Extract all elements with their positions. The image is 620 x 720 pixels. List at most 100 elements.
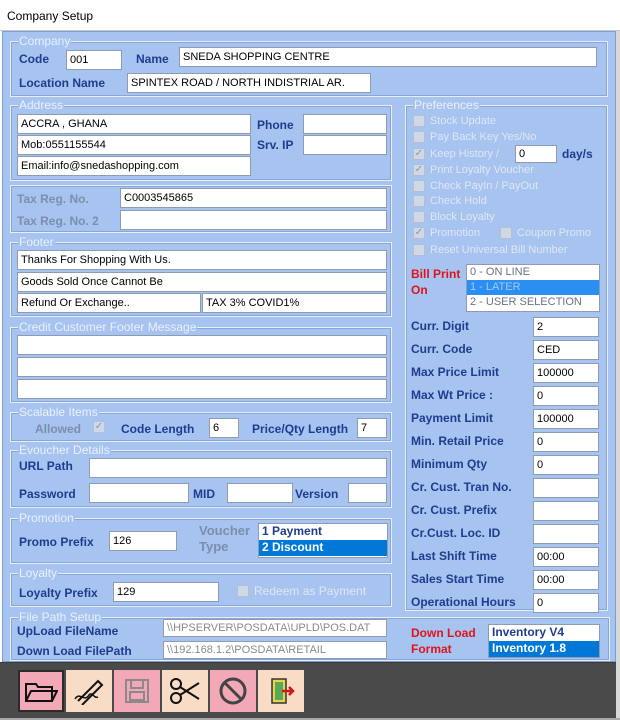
tax-reg2-label: Tax Reg. No. 2: [17, 214, 99, 228]
pref-field-label: Payment Limit: [411, 411, 494, 425]
code-label: Code: [19, 52, 49, 66]
keep-history-label: Keep History /: [430, 148, 500, 160]
url-path-input[interactable]: [89, 458, 387, 478]
min-retail-price-input[interactable]: 0: [533, 432, 599, 452]
minimum-qty-input[interactable]: 0: [533, 455, 599, 475]
download-filepath-input[interactable]: \\192.168.1.2\POSDATA\RETAIL: [163, 641, 387, 659]
loyalty-legend: Loyalty: [18, 566, 59, 580]
days-label: day/s: [562, 147, 593, 161]
keep-history-days-input[interactable]: 0: [515, 145, 557, 163]
download-filepath-label: Down Load FilePath: [17, 644, 132, 658]
cr-cust-prefix-input[interactable]: [533, 501, 599, 521]
cr-cust-loc-id-input[interactable]: [533, 524, 599, 544]
credit-footer-line3-input[interactable]: [17, 379, 387, 399]
block-loyalty-checkbox[interactable]: Block Loyalty: [413, 211, 495, 225]
bill-print-option[interactable]: 2 - USER SELECTION: [467, 295, 599, 310]
promotion-check-mark: ✓: [413, 227, 425, 239]
reset-bill-label: Reset Universal Bill Number: [430, 244, 568, 256]
upload-filename-input[interactable]: \\HPSERVER\POSDATA\UPLD\POS.DAT: [163, 619, 387, 637]
pay-back-key-label: Pay Back Key Yes/No: [430, 131, 537, 143]
coupon-promo-label: Coupon Promo: [517, 227, 591, 239]
payment-limit-input[interactable]: 100000: [533, 409, 599, 429]
pref-field-label: Last Shift Time: [411, 549, 497, 563]
location-input[interactable]: SPINTEX ROAD / NORTH INDISTRIAL AR.: [127, 73, 371, 93]
name-input[interactable]: SNEDA SHOPPING CENTRE: [179, 47, 597, 67]
promotion-label: Promotion: [430, 227, 481, 239]
tax-reg2-input[interactable]: [120, 210, 387, 230]
check-hold-checkbox[interactable]: Check Hold: [413, 195, 487, 209]
promotion-checkbox[interactable]: ✓ Promotion: [413, 227, 480, 241]
max-price-limit-input[interactable]: 100000: [533, 363, 599, 383]
code-input[interactable]: 001: [66, 50, 122, 70]
sales-start-time-input[interactable]: 00:00: [533, 570, 599, 590]
operational-hours-input[interactable]: 0: [533, 593, 599, 613]
voucher-type-option[interactable]: 1 Payment: [259, 524, 387, 540]
loyalty-prefix-input[interactable]: 129: [113, 582, 219, 602]
srv-ip-input[interactable]: [303, 135, 387, 155]
footer-line2-input[interactable]: Goods Sold Once Cannot Be: [17, 272, 387, 292]
price-qty-length-input[interactable]: 7: [357, 418, 387, 438]
allowed-label: Allowed: [35, 422, 82, 436]
print-loyalty-voucher-checkbox[interactable]: ✓ Print Loyalty Voucher: [413, 164, 534, 178]
address-line1-input[interactable]: ACCRA , GHANA: [17, 114, 251, 134]
voucher-type-label-2: Type: [199, 539, 229, 554]
mid-input[interactable]: [227, 483, 293, 503]
download-format-list[interactable]: Inventory V4 Inventory 1.8: [488, 624, 600, 658]
address-line3-input[interactable]: Email:info@snedashopping.com: [17, 156, 251, 176]
redeem-label: Redeem as Payment: [254, 584, 367, 598]
bill-print-option-selected[interactable]: 1 - LATER: [467, 280, 599, 295]
check-payin-checkbox[interactable]: Check PayIn / PayOut: [413, 180, 538, 194]
credit-footer-line2-input[interactable]: [17, 357, 387, 377]
curr-digit-input[interactable]: 2: [533, 317, 599, 337]
download-format-option-selected[interactable]: Inventory 1.8: [489, 641, 599, 657]
credit-footer-line1-input[interactable]: [17, 335, 387, 355]
promo-prefix-input[interactable]: 126: [109, 531, 177, 551]
stock-update-checkbox[interactable]: Stock Update: [413, 115, 496, 129]
version-label: Version: [295, 487, 339, 501]
check-payin-box: [413, 180, 425, 192]
version-input[interactable]: [348, 483, 387, 503]
cut-scissors-icon: [170, 678, 200, 704]
allowed-checkbox[interactable]: ✓: [93, 421, 110, 435]
preferences-legend: Preferences: [413, 98, 480, 112]
phone-input[interactable]: [303, 114, 387, 134]
pay-back-key-checkbox[interactable]: Pay Back Key Yes/No: [413, 131, 536, 145]
bill-print-option[interactable]: 0 - ON LINE: [467, 265, 599, 280]
cr-cust-tran-no-input[interactable]: [533, 478, 599, 498]
tax-reg-input[interactable]: C0003545865: [120, 188, 387, 208]
code-length-input[interactable]: 6: [209, 418, 239, 438]
redeem-checkbox-box: [237, 585, 249, 597]
save-button[interactable]: [114, 670, 160, 712]
edit-button[interactable]: [66, 670, 112, 712]
reset-bill-checkbox[interactable]: Reset Universal Bill Number: [413, 244, 568, 258]
max-wt-price-input[interactable]: 0: [533, 386, 599, 406]
reset-bill-box: [413, 244, 425, 256]
pref-field-label: Operational Hours: [411, 595, 516, 609]
redeem-as-payment-checkbox[interactable]: Redeem as Payment: [237, 585, 366, 599]
upload-filename-label: UpLoad FileName: [17, 624, 119, 638]
open-folder-icon: [25, 683, 58, 702]
footer-line3a-input[interactable]: Refund Or Exchange..: [17, 293, 201, 313]
cancel-button[interactable]: [210, 670, 256, 712]
voucher-type-option-selected[interactable]: 2 Discount: [259, 540, 387, 556]
password-label: Password: [19, 487, 76, 501]
price-qty-length-label: Price/Qty Length: [252, 422, 349, 436]
voucher-type-list[interactable]: 1 Payment 2 Discount: [258, 523, 388, 558]
open-folder-button[interactable]: [18, 670, 64, 712]
filepath-legend: File Path Setup: [18, 610, 103, 624]
password-input[interactable]: [89, 483, 189, 503]
keep-history-check-mark: ✓: [413, 148, 425, 160]
footer-line3b-input[interactable]: TAX 3% COVID1%: [202, 293, 387, 313]
address-line2-input[interactable]: Mob:0551155544: [17, 135, 251, 155]
pref-field-label: Max Price Limit: [411, 365, 500, 379]
cut-button[interactable]: [162, 670, 208, 712]
bill-print-list[interactable]: 0 - ON LINE 1 - LATER 2 - USER SELECTION: [466, 264, 600, 312]
curr-code-input[interactable]: CED: [533, 340, 599, 360]
footer-line1-input[interactable]: Thanks For Shopping With Us.: [17, 250, 387, 270]
last-shift-time-input[interactable]: 00:00: [533, 547, 599, 567]
coupon-promo-checkbox[interactable]: Coupon Promo: [500, 227, 591, 241]
download-format-option[interactable]: Inventory V4: [489, 625, 599, 641]
keep-history-checkbox[interactable]: ✓ Keep History /: [413, 148, 499, 162]
exit-button[interactable]: [258, 670, 304, 712]
check-payin-label: Check PayIn / PayOut: [430, 180, 539, 192]
